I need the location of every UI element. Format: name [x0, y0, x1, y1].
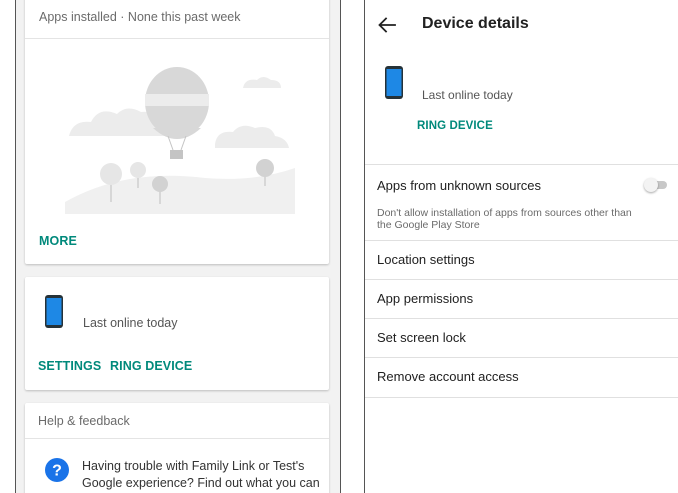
unknown-sources-toggle[interactable]	[644, 177, 670, 193]
unknown-sources-label: Apps from unknown sources	[377, 178, 542, 193]
ring-device-button[interactable]: RING DEVICE	[110, 359, 192, 373]
ring-device-button[interactable]: RING DEVICE	[417, 120, 493, 132]
unknown-sources-description: Don't allow installation of apps from so…	[377, 207, 632, 231]
apps-installed-card: Apps installed · None this past week MOR…	[25, 0, 329, 264]
menu-item-app-permissions[interactable]: App permissions	[365, 280, 678, 319]
toggle-thumb	[644, 178, 658, 192]
hot-air-balloon-illustration	[65, 67, 295, 214]
svg-text:?: ?	[52, 463, 62, 480]
device-details-panel: Device details Last online today RING DE…	[364, 0, 678, 493]
device-status-text: Last online today	[83, 316, 178, 330]
menu-item-remove-account-access[interactable]: Remove account access	[365, 358, 678, 397]
apps-installed-header: Apps installed · None this past week	[25, 0, 329, 39]
device-status-text: Last online today	[422, 88, 513, 102]
page-title: Device details	[422, 15, 529, 32]
divider	[365, 397, 678, 398]
back-arrow-icon[interactable]	[378, 17, 396, 33]
settings-button[interactable]: SETTINGS	[38, 359, 101, 373]
divider	[365, 164, 678, 165]
help-feedback-header: Help & feedback	[25, 403, 329, 439]
menu-item-set-screen-lock[interactable]: Set screen lock	[365, 319, 678, 358]
more-button[interactable]: MORE	[39, 234, 77, 248]
help-text[interactable]: Having trouble with Family Link or Test'…	[82, 458, 322, 493]
left-panel: Apps installed · None this past week MOR…	[15, 0, 341, 493]
phone-icon	[45, 295, 63, 328]
help-feedback-card: Help & feedback ? Having trouble with Fa…	[25, 403, 329, 493]
menu-item-location-settings[interactable]: Location settings	[365, 241, 678, 280]
device-card: Last online today SETTINGS RING DEVICE	[25, 277, 329, 390]
phone-icon	[385, 66, 403, 99]
help-question-icon[interactable]: ?	[45, 458, 69, 482]
